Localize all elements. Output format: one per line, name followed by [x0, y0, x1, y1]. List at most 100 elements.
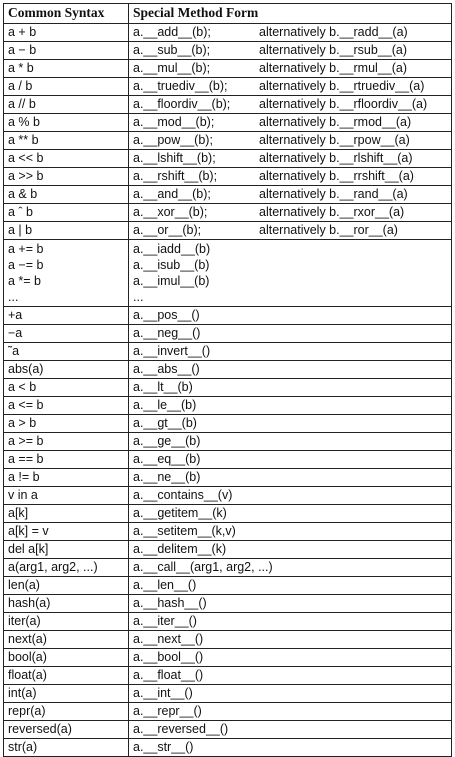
- method-text: a.__pow__(b);: [133, 133, 213, 147]
- syntax-cell: a & b: [3, 185, 129, 204]
- table-row: repr(a) a.__repr__(): [3, 702, 452, 721]
- binary-operators-section: a + b a.__add__(b); alternatively b.__radd…: [3, 23, 452, 240]
- method-cell: a.__len__(): [128, 576, 452, 595]
- method-cell: a.__hash__(): [128, 594, 452, 613]
- method-cell: a.__or__(b); alternatively b.__ror__(a): [128, 221, 452, 240]
- syntax-cell: a > b: [3, 414, 129, 433]
- method-text: a.__and__(b);: [133, 187, 211, 201]
- method-cell: a.__invert__(): [128, 342, 452, 361]
- table-row: del a[k] a.__delitem__(k): [3, 540, 452, 559]
- method-cell: a.__pos__(): [128, 306, 452, 325]
- table-row: iter(a) a.__iter__(): [3, 612, 452, 631]
- table-row: a < b a.__lt__(b): [3, 378, 452, 397]
- method-cell: a.__next__(): [128, 630, 452, 649]
- syntax-cell: a ˆ b: [3, 203, 129, 222]
- syntax-cell: repr(a): [3, 702, 129, 721]
- inplace-operators-section: a += b a −= b a *= b ... a.__iadd__(b) a…: [3, 239, 452, 307]
- syntax-cell: ˜a: [3, 342, 129, 361]
- syntax-cell: a | b: [3, 221, 129, 240]
- table-row: a ˆ b a.__xor__(b); alternatively b.__rxor…: [3, 203, 452, 222]
- method-text: a.__or__(b);: [133, 223, 202, 237]
- table-row: a ** b a.__pow__(b); alternatively b.__rpo…: [3, 131, 452, 150]
- alternative-method-text: alternatively b.__rfloordiv__(a): [259, 97, 428, 111]
- table-row: hash(a) a.__hash__(): [3, 594, 452, 613]
- syntax-cell: a[k]: [3, 504, 129, 523]
- syntax-cell: int(a): [3, 684, 129, 703]
- method-cell: a.__setitem__(k,v): [128, 522, 452, 541]
- method-cell: a.__and__(b); alternatively b.__rand__(a): [128, 185, 452, 204]
- alternative-method-text: alternatively b.__rtruediv__(a): [259, 79, 425, 93]
- table-row: a[k] = v a.__setitem__(k,v): [3, 522, 452, 541]
- method-text: a.__mod__(b);: [133, 115, 215, 129]
- table-row: bool(a) a.__bool__(): [3, 648, 452, 667]
- table-row: a == b a.__eq__(b): [3, 450, 452, 469]
- syntax-text: a *= b: [8, 274, 42, 288]
- syntax-cell: hash(a): [3, 594, 129, 613]
- table-header-row: Common Syntax Special Method Form: [3, 3, 452, 24]
- alternative-method-text: alternatively b.__rsub__(a): [259, 43, 407, 57]
- table-row: −a a.__neg__(): [3, 324, 452, 343]
- table-row: str(a) a.__str__(): [3, 738, 452, 757]
- method-cell: a.__neg__(): [128, 324, 452, 343]
- method-cell: a.__contains__(v): [128, 486, 452, 505]
- method-text: a.__add__(b);: [133, 25, 211, 39]
- table-row: a & b a.__and__(b); alternatively b.__rand…: [3, 185, 452, 204]
- syntax-cell: a != b: [3, 468, 129, 487]
- method-cell: a.__rshift__(b); alternatively b.__rrshif…: [128, 167, 452, 186]
- method-cell: a.__add__(b); alternatively b.__radd__(a): [128, 23, 452, 42]
- method-cell: a.__ne__(b): [128, 468, 452, 487]
- method-cell: a.__abs__(): [128, 360, 452, 379]
- operator-table-container: Common Syntax Special Method Form a + ba…: [3, 3, 452, 757]
- method-cell: a.__delitem__(k): [128, 540, 452, 559]
- method-text: a.__truediv__(b);: [133, 79, 228, 93]
- method-cell: a.__mod__(b); alternatively b.__rmod__(a): [128, 113, 452, 132]
- method-cell: a.__pow__(b); alternatively b.__rpow__(a): [128, 131, 452, 150]
- method-cell: a.__le__(b): [128, 396, 452, 415]
- syntax-cell: bool(a): [3, 648, 129, 667]
- syntax-cell: a[k] = v: [3, 522, 129, 541]
- method-cell: a.__gt__(b): [128, 414, 452, 433]
- method-cell: a.__eq__(b): [128, 450, 452, 469]
- syntax-cell: −a: [3, 324, 129, 343]
- method-text: a.__rshift__(b);: [133, 169, 218, 183]
- alternative-method-text: alternatively b.__rmod__(a): [259, 115, 412, 129]
- table-row: int(a) a.__int__(): [3, 684, 452, 703]
- syntax-cell: str(a): [3, 738, 129, 757]
- table-row: a > b a.__gt__(b): [3, 414, 452, 433]
- syntax-cell: v in a: [3, 486, 129, 505]
- table-row: a[k] a.__getitem__(k): [3, 504, 452, 523]
- method-text: a.__floordiv__(b);: [133, 97, 231, 111]
- method-cell: a.__float__(): [128, 666, 452, 685]
- syntax-cell: float(a): [3, 666, 129, 685]
- alternative-method-text: alternatively b.__rxor__(a): [259, 205, 405, 219]
- method-cell: a.__getitem__(k): [128, 504, 452, 523]
- method-cell: a.__lt__(b): [128, 378, 452, 397]
- syntax-cell: del a[k]: [3, 540, 129, 559]
- syntax-cell: a + b: [3, 23, 129, 42]
- syntax-cell: len(a): [3, 576, 129, 595]
- syntax-cell: a >> b: [3, 167, 129, 186]
- method-cell: a.__ge__(b): [128, 432, 452, 451]
- alternative-method-text: alternatively b.__radd__(a): [259, 25, 408, 39]
- table-row: next(a) a.__next__(): [3, 630, 452, 649]
- alternative-method-text: alternatively b.__rand__(a): [259, 187, 408, 201]
- syntax-text: a += b: [8, 242, 44, 256]
- method-cell: a.__str__(): [128, 738, 452, 757]
- table-row: ˜a a.__invert__(): [3, 342, 452, 361]
- table-row: +a a.__pos__(): [3, 306, 452, 325]
- table-row: a != b a.__ne__(b): [3, 468, 452, 487]
- method-cell: a.__call__(arg1, arg2, ...): [128, 558, 452, 577]
- table-row: a <= b a.__le__(b): [3, 396, 452, 415]
- table-row: v in a a.__contains__(v): [3, 486, 452, 505]
- table-row: a(arg1, arg2, ...) a.__call__(arg1, arg2,…: [3, 558, 452, 577]
- method-text: a.__imul__(b): [133, 274, 210, 288]
- syntax-cell: abs(a): [3, 360, 129, 379]
- table-row: float(a) a.__float__(): [3, 666, 452, 685]
- syntax-cell: a ** b: [3, 131, 129, 150]
- table-row: a // b a.__floordiv__(b); alternatively b.…: [3, 95, 452, 114]
- method-cell: a.__mul__(b); alternatively b.__rmul__(a): [128, 59, 452, 78]
- table-row: a − b a.__sub__(b); alternatively b.__rsub…: [3, 41, 452, 60]
- method-cell: a.__iter__(): [128, 612, 452, 631]
- inplace-method-cell: a.__iadd__(b) a.__isub__(b) a.__imul__(b…: [128, 239, 452, 307]
- alternative-method-text: alternatively b.__rrshift__(a): [259, 169, 414, 183]
